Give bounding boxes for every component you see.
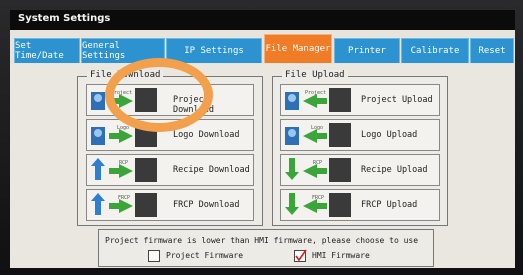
logo-download-label: Logo Download (173, 130, 240, 140)
project-firmware-checkbox[interactable] (148, 250, 160, 262)
check-mark-icon (295, 249, 307, 262)
tab-reset[interactable]: Reset (470, 38, 514, 63)
frcp-download-label: FRCP Download (173, 200, 240, 210)
logo-upload-icon: Logo (285, 123, 351, 147)
hmi-firmware-label: HMI Firmware (312, 251, 370, 260)
tab-bar: Set Time/Date General Settings IP Settin… (10, 30, 515, 64)
frcp-upload-button[interactable]: FRCP FRCP Upload (280, 189, 440, 221)
recipe-download-button[interactable]: RCP Recipe Download (86, 154, 254, 186)
project-upload-label: Project Upload (361, 95, 433, 105)
recipe-upload-icon: RCP (285, 158, 351, 182)
firmware-notice: Project firmware is lower than HMI firmw… (105, 236, 419, 245)
tab-ip-settings[interactable]: IP Settings (166, 38, 262, 63)
frcp-download-icon: FRCP (91, 193, 157, 217)
tab-set-time-date[interactable]: Set Time/Date (14, 38, 80, 63)
hmi-screen: System Settings Set Time/Date General Se… (10, 10, 515, 268)
tab-calibrate[interactable]: Calibrate (401, 38, 469, 63)
file-upload-legend: File Upload (282, 70, 348, 80)
recipe-download-icon: RCP (91, 158, 157, 182)
tab-file-manager[interactable]: File Manager (264, 34, 332, 63)
frcp-download-button[interactable]: FRCP FRCP Download (86, 189, 254, 221)
frcp-upload-badge: FRCP (312, 195, 324, 201)
frcp-upload-label: FRCP Upload (361, 200, 418, 210)
logo-upload-badge: Logo (311, 125, 323, 131)
window-title: System Settings (18, 13, 111, 24)
recipe-upload-button[interactable]: RCP Recipe Upload (280, 154, 440, 186)
frcp-upload-icon: FRCP (285, 193, 351, 217)
project-upload-button[interactable]: Project Project Upload (280, 84, 440, 116)
logo-badge: Logo (117, 125, 129, 131)
recipe-upload-label: Recipe Upload (361, 165, 428, 175)
recipe-download-label: Recipe Download (173, 165, 250, 175)
tab-printer[interactable]: Printer (334, 38, 400, 63)
project-upload-badge: Project (305, 90, 326, 96)
highlight-ring (105, 58, 213, 132)
logo-upload-button[interactable]: Logo Logo Upload (280, 119, 440, 151)
frcp-badge: FRCP (118, 195, 130, 201)
rcp-badge: RCP (119, 160, 128, 166)
project-firmware-label: Project Firmware (166, 251, 244, 260)
project-upload-icon: Project (285, 88, 351, 112)
logo-upload-label: Logo Upload (361, 130, 418, 140)
rcp-upload-badge: RCP (313, 160, 322, 166)
title-bar: System Settings (10, 10, 515, 30)
hmi-firmware-checkbox[interactable] (294, 249, 307, 262)
